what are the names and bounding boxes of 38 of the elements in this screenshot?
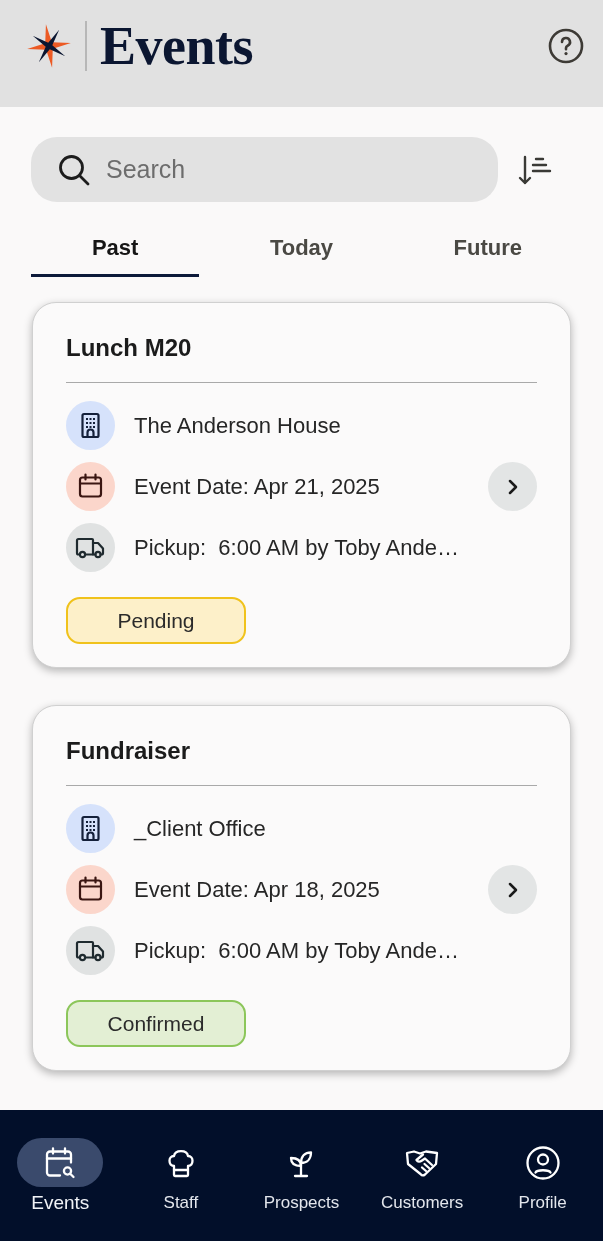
event-date: Event Date: Apr 18, 2025 xyxy=(134,876,380,903)
user-circle-icon xyxy=(524,1144,561,1181)
event-title: Lunch M20 xyxy=(66,333,193,363)
tab[interactable]: Future xyxy=(403,222,572,277)
venue-name: _Client Office xyxy=(134,815,266,842)
calendar-icon xyxy=(66,865,115,914)
open-event-button[interactable] xyxy=(488,865,537,914)
truck-icon xyxy=(66,926,115,975)
page-title: Events xyxy=(100,19,253,73)
building-icon xyxy=(66,401,115,450)
chevron-right-icon xyxy=(507,478,518,495)
sort-icon[interactable] xyxy=(518,153,552,186)
calendar-search-icon xyxy=(17,1138,104,1187)
event-title: Fundraiser xyxy=(66,736,192,766)
search-icon xyxy=(58,153,90,186)
nav-tab[interactable]: Events xyxy=(0,1138,121,1213)
pickup-info: Pickup: 6:00 AM by Toby Ande… xyxy=(134,534,459,561)
event-date: Event Date: Apr 21, 2025 xyxy=(134,473,380,500)
venue-name: The Anderson House xyxy=(134,412,341,439)
nav-tab[interactable]: Staff xyxy=(120,1138,242,1213)
status-badge: Pending xyxy=(66,597,246,644)
building-icon xyxy=(66,804,115,853)
status-badge: Confirmed xyxy=(66,1000,246,1047)
tab[interactable]: Past xyxy=(31,222,200,277)
event-card[interactable]: Lunch M20 The Anderson House Event Date: Apr 21, 2025 Pickup: 6:00 AM by Toby Ande… Pending xyxy=(32,302,571,668)
nav-tab[interactable]: Profile xyxy=(482,1138,603,1213)
truck-icon xyxy=(66,523,115,572)
nav-tab[interactable]: Prospects xyxy=(241,1138,362,1213)
tab[interactable]: Today xyxy=(217,222,386,277)
search-field[interactable]: Search xyxy=(31,137,498,202)
calendar-icon xyxy=(66,462,115,511)
nav-tab[interactable]: Customers xyxy=(361,1138,483,1213)
chevron-right-icon xyxy=(507,881,518,898)
help-icon[interactable] xyxy=(548,28,584,64)
event-card[interactable]: Fundraiser _Client Office Event Date: Apr 18, 2025 Pickup: 6:00 AM by Toby Ande… Confirmed xyxy=(32,705,571,1071)
pickup-info: Pickup: 6:00 AM by Toby Ande… xyxy=(134,937,459,964)
open-event-button[interactable] xyxy=(488,462,537,511)
star-logo-icon xyxy=(26,23,72,69)
